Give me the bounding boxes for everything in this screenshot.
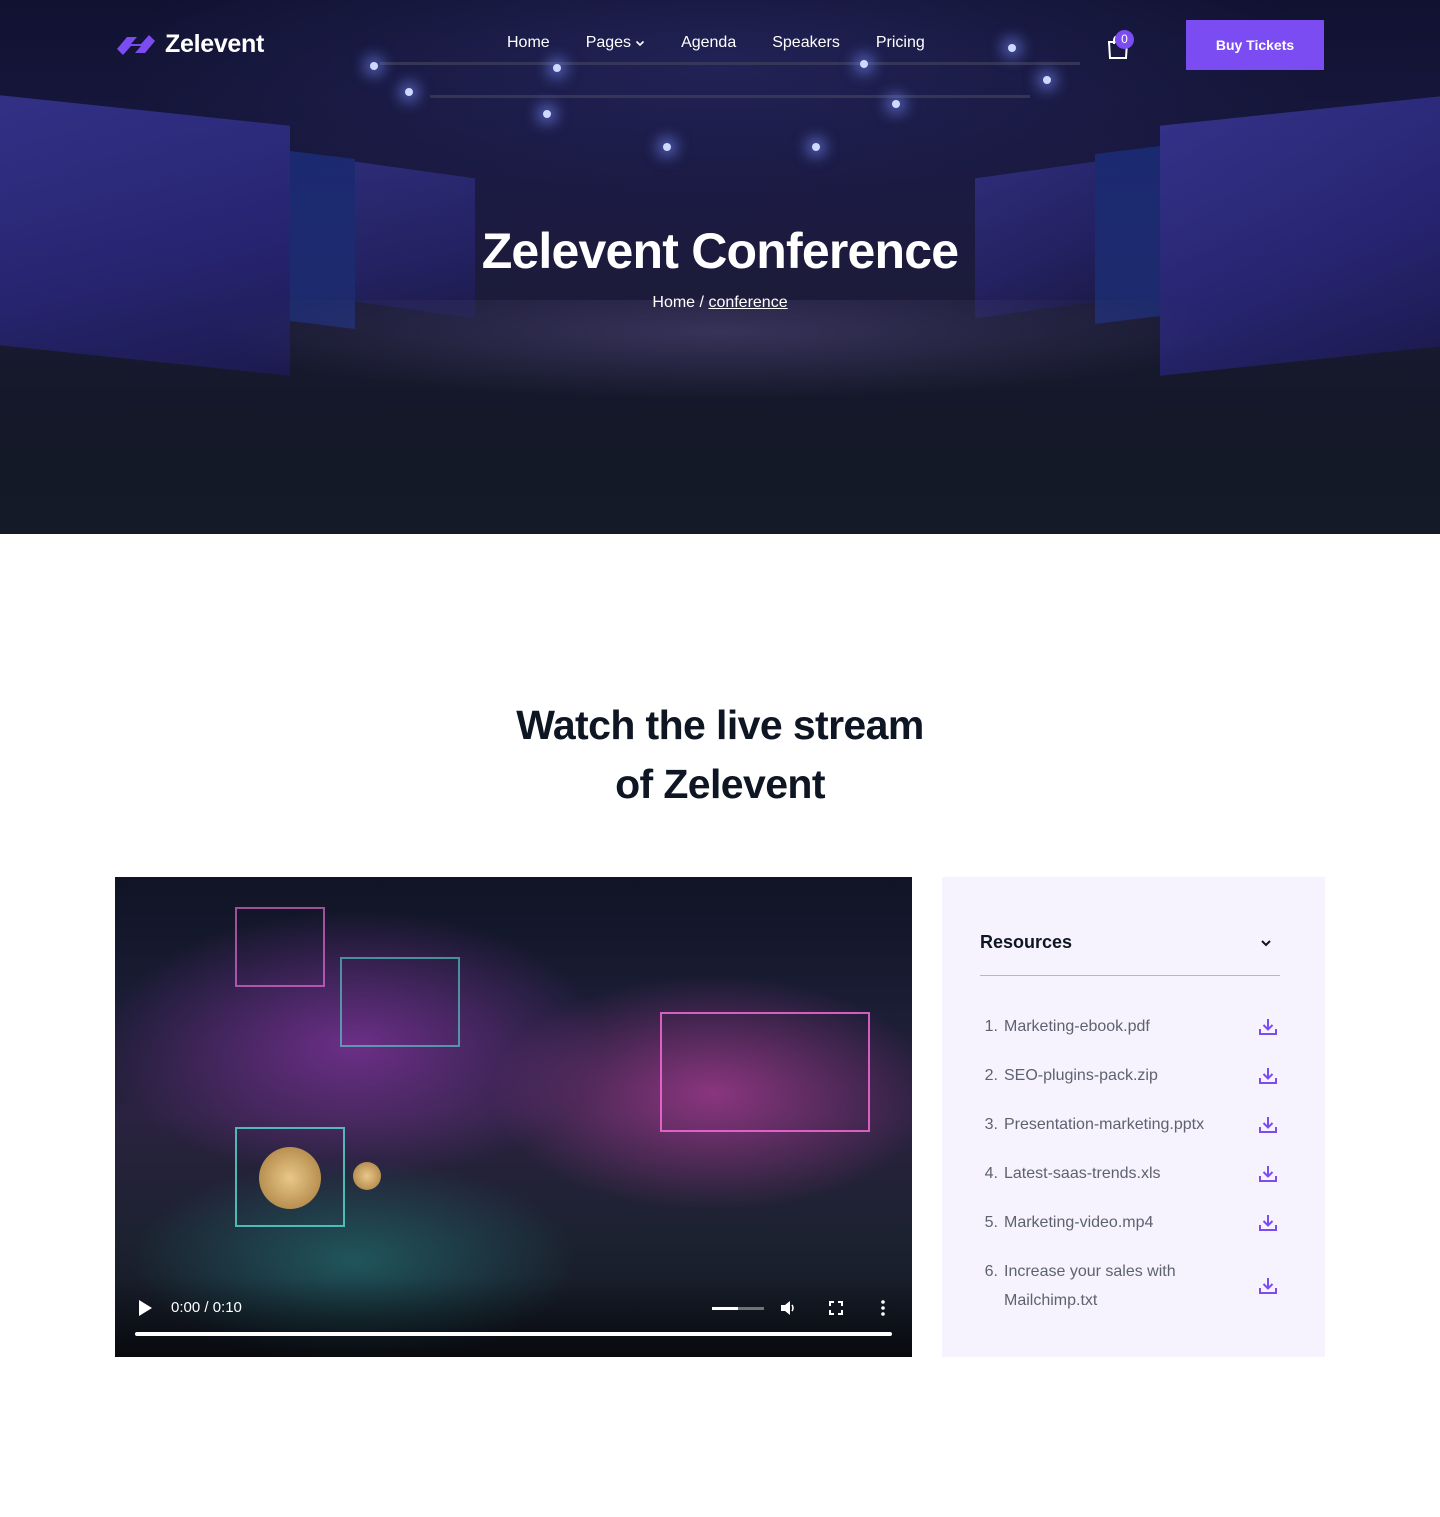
- nav-label: Agenda: [681, 34, 737, 51]
- nav-home[interactable]: Home: [507, 34, 550, 52]
- breadcrumb-home[interactable]: Home: [652, 294, 695, 311]
- file-name: Marketing-ebook.pdf: [1004, 1018, 1150, 1035]
- hero-bg-light: [663, 143, 671, 151]
- resources-panel: Resources 1. Marketing-ebook.pdf 2. SEO-pl…: [942, 877, 1325, 1357]
- nav-speakers[interactable]: Speakers: [772, 34, 840, 52]
- video-frame-coin: [259, 1147, 321, 1209]
- chevron-down-icon: [635, 40, 645, 47]
- nav-pages[interactable]: Pages: [586, 34, 645, 52]
- download-icon[interactable]: [1258, 1276, 1278, 1296]
- breadcrumb-separator: /: [699, 294, 704, 311]
- section-title: Watch the live stream of Zelevent: [0, 696, 1440, 814]
- nav-label: Pages: [585, 34, 632, 51]
- item-number: 6.: [984, 1263, 998, 1280]
- video-frame-booth: [340, 957, 460, 1047]
- nav-agenda[interactable]: Agenda: [681, 34, 736, 52]
- list-item: 6. Increase your sales with Mailchimp.txt: [980, 1247, 1280, 1325]
- download-icon[interactable]: [1258, 1017, 1278, 1037]
- video-player[interactable]: 0:00 / 0:10: [115, 877, 912, 1357]
- video-progress-bar[interactable]: [135, 1332, 892, 1336]
- download-icon[interactable]: [1258, 1213, 1278, 1233]
- item-number: 5.: [984, 1214, 998, 1231]
- download-icon[interactable]: [1258, 1164, 1278, 1184]
- list-item: 4. Latest-saas-trends.xls: [980, 1149, 1280, 1198]
- hero-bg-crowd: [0, 300, 1440, 460]
- item-number: 4.: [984, 1165, 998, 1182]
- logo-text: Zelevent: [165, 30, 265, 58]
- list-item: 3. Presentation-marketing.pptx: [980, 1100, 1280, 1149]
- item-number: 1.: [984, 1018, 998, 1035]
- resources-title: Resources: [980, 932, 1073, 952]
- nav-label: Speakers: [772, 34, 840, 51]
- hero-bg-light: [812, 143, 820, 151]
- hero-bg-truss: [430, 95, 1030, 98]
- file-name: Marketing-video.mp4: [1004, 1214, 1154, 1231]
- nav-label: Pricing: [875, 34, 925, 51]
- breadcrumb-current[interactable]: conference: [708, 294, 787, 311]
- item-number: 3.: [984, 1116, 998, 1133]
- main-nav: Home Pages Agenda Speakers Pricing: [507, 34, 925, 52]
- logo-mark-icon: [117, 34, 155, 55]
- hero-bg-light: [543, 110, 551, 118]
- hero-bg-light: [892, 100, 900, 108]
- site-header: Zelevent Home Pages Agenda Speakers Pric…: [0, 0, 1440, 92]
- list-item: 2. SEO-plugins-pack.zip: [980, 1051, 1280, 1100]
- file-name: Presentation-marketing.pptx: [1004, 1116, 1205, 1133]
- fullscreen-icon[interactable]: [829, 1301, 843, 1315]
- video-frame-booth: [660, 1012, 870, 1132]
- section-title-line2: of Zelevent: [615, 761, 825, 807]
- logo[interactable]: Zelevent: [115, 30, 264, 59]
- more-options-icon[interactable]: [879, 1299, 887, 1317]
- cart-count-badge: 0: [1115, 30, 1134, 49]
- nav-label: Home: [507, 34, 550, 51]
- resources-list: 1. Marketing-ebook.pdf 2. SEO-plugins-pack…: [980, 1002, 1280, 1325]
- section-title-line1: Watch the live stream: [516, 702, 924, 748]
- video-frame-coin: [353, 1162, 381, 1190]
- volume-level: [712, 1307, 738, 1310]
- breadcrumb: Home / conference: [0, 294, 1440, 312]
- list-item: 1. Marketing-ebook.pdf: [980, 1002, 1280, 1051]
- buy-tickets-button[interactable]: Buy Tickets: [1186, 20, 1324, 70]
- chevron-down-icon: [1261, 940, 1271, 947]
- file-name: SEO-plugins-pack.zip: [1004, 1067, 1158, 1084]
- video-frame-booth: [235, 907, 325, 987]
- play-icon[interactable]: [137, 1299, 153, 1317]
- file-name: Increase your sales with Mailchimp.txt: [1004, 1263, 1176, 1309]
- file-name: Latest-saas-trends.xls: [1004, 1165, 1161, 1182]
- resources-accordion-header[interactable]: Resources: [980, 932, 1280, 976]
- download-icon[interactable]: [1258, 1066, 1278, 1086]
- video-controls: 0:00 / 0:10: [115, 1277, 912, 1357]
- volume-icon[interactable]: [779, 1299, 797, 1317]
- list-item: 5. Marketing-video.mp4: [980, 1198, 1280, 1247]
- download-icon[interactable]: [1258, 1115, 1278, 1135]
- nav-pricing[interactable]: Pricing: [876, 34, 925, 52]
- item-number: 2.: [984, 1067, 998, 1084]
- page-title: Zelevent Conference: [481, 223, 959, 279]
- video-time: 0:00 / 0:10: [171, 1299, 242, 1316]
